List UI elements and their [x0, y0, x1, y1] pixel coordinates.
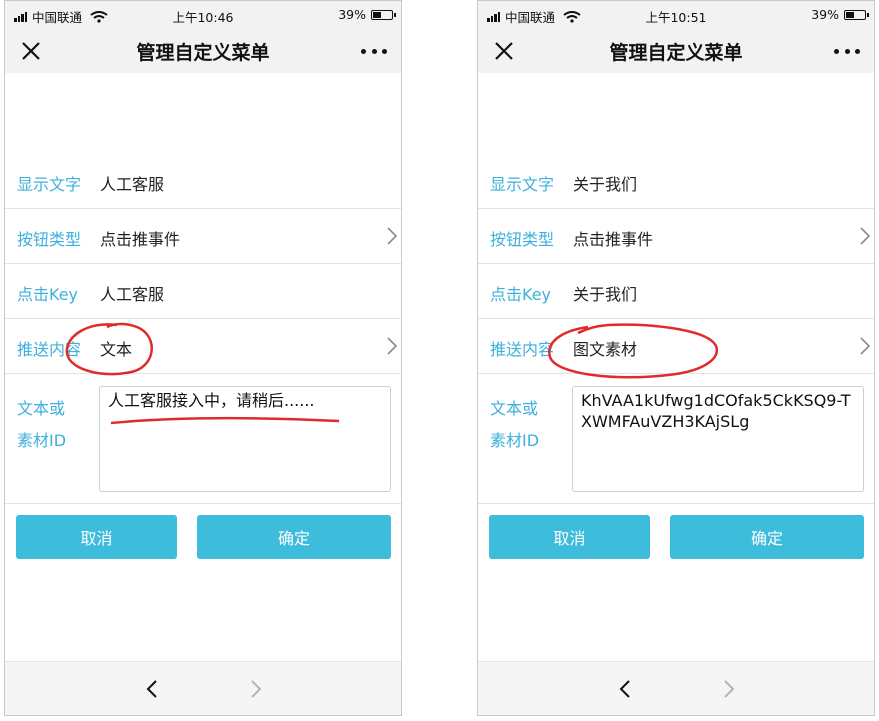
- page-title: 管理自定义菜单: [136, 42, 270, 64]
- confirm-button[interactable]: 确定: [670, 515, 864, 559]
- status-bar: 中国联通 上午10:51 39%: [478, 1, 874, 29]
- row-value: 人工客服: [100, 175, 165, 194]
- back-arrow-icon[interactable]: [618, 679, 632, 699]
- textarea-label: 文本或 素材ID: [490, 393, 539, 457]
- media-id-textarea[interactable]: KhVAA1kUfwg1dCOfak5CkKSQ9-TXWMFAuVZH3KAj…: [572, 386, 864, 492]
- row-click-key[interactable]: 点击Key 人工客服: [5, 264, 401, 319]
- cancel-button[interactable]: 取消: [489, 515, 650, 559]
- battery-icon: [371, 9, 396, 20]
- bottom-nav-bar: [5, 661, 401, 715]
- row-value: 人工客服: [100, 285, 165, 304]
- phone-screen-left: 中国联通 上午10:46 39% 管理自定义菜单 显示文字 人工客服 按钮类型 …: [4, 0, 402, 716]
- page-title: 管理自定义菜单: [609, 42, 743, 64]
- textarea-label-line2: 素材ID: [17, 431, 67, 450]
- battery-percent: 39%: [811, 7, 839, 22]
- status-bar: 中国联通 上午10:46 39%: [5, 1, 401, 29]
- row-button-type[interactable]: 按钮类型 点击推事件: [478, 209, 874, 264]
- chevron-right-icon: [860, 227, 870, 245]
- row-push-content[interactable]: 推送内容 文本: [5, 319, 401, 374]
- row-value: 关于我们: [573, 285, 638, 304]
- form-content: 显示文字 人工客服 按钮类型 点击推事件 点击Key 人工客服 推送内容 文本 …: [5, 73, 401, 663]
- row-button-type[interactable]: 按钮类型 点击推事件: [5, 209, 401, 264]
- row-display-text[interactable]: 显示文字 人工客服: [5, 154, 401, 209]
- forward-arrow-icon[interactable]: [249, 679, 263, 699]
- bottom-nav-bar: [478, 661, 874, 715]
- forward-arrow-icon[interactable]: [722, 679, 736, 699]
- textarea-label-line2: 素材ID: [490, 431, 540, 450]
- row-value: 图文素材: [573, 340, 638, 359]
- row-label: 显示文字: [17, 175, 82, 194]
- row-label: 点击Key: [490, 285, 552, 304]
- back-arrow-icon[interactable]: [145, 679, 159, 699]
- chevron-right-icon: [387, 337, 397, 355]
- more-icon[interactable]: [834, 41, 860, 61]
- confirm-button[interactable]: 确定: [197, 515, 391, 559]
- row-label: 按钮类型: [17, 230, 82, 249]
- row-media-id: 文本或 素材ID 人工客服接入中，请稍后......: [5, 375, 401, 504]
- chevron-right-icon: [860, 337, 870, 355]
- row-value: 点击推事件: [573, 230, 654, 249]
- row-push-content[interactable]: 推送内容 图文素材: [478, 319, 874, 374]
- phone-screen-right: 中国联通 上午10:51 39% 管理自定义菜单 显示文字 关于我们 按钮类型 …: [477, 0, 875, 716]
- chevron-right-icon: [387, 227, 397, 245]
- row-label: 显示文字: [490, 175, 555, 194]
- row-value: 点击推事件: [100, 230, 181, 249]
- battery-icon: [844, 9, 869, 20]
- cancel-button[interactable]: 取消: [16, 515, 177, 559]
- title-bar: 管理自定义菜单: [478, 29, 874, 73]
- row-media-id: 文本或 素材ID KhVAA1kUfwg1dCOfak5CkKSQ9-TXWMF…: [478, 375, 874, 504]
- row-label: 点击Key: [17, 285, 79, 304]
- textarea-label-line1: 文本或: [17, 399, 66, 418]
- status-right: 39%: [338, 7, 396, 22]
- form-content: 显示文字 关于我们 按钮类型 点击推事件 点击Key 关于我们 推送内容 图文素…: [478, 73, 874, 663]
- row-label: 推送内容: [490, 340, 555, 359]
- row-label: 推送内容: [17, 340, 82, 359]
- title-bar: 管理自定义菜单: [5, 29, 401, 73]
- textarea-label-line1: 文本或: [490, 399, 539, 418]
- status-right: 39%: [811, 7, 869, 22]
- textarea-label: 文本或 素材ID: [17, 393, 66, 457]
- row-value: 关于我们: [573, 175, 638, 194]
- more-icon[interactable]: [361, 41, 387, 61]
- row-value: 文本: [100, 340, 133, 359]
- media-id-textarea[interactable]: 人工客服接入中，请稍后......: [99, 386, 391, 492]
- row-display-text[interactable]: 显示文字 关于我们: [478, 154, 874, 209]
- battery-percent: 39%: [338, 7, 366, 22]
- row-click-key[interactable]: 点击Key 关于我们: [478, 264, 874, 319]
- row-label: 按钮类型: [490, 230, 555, 249]
